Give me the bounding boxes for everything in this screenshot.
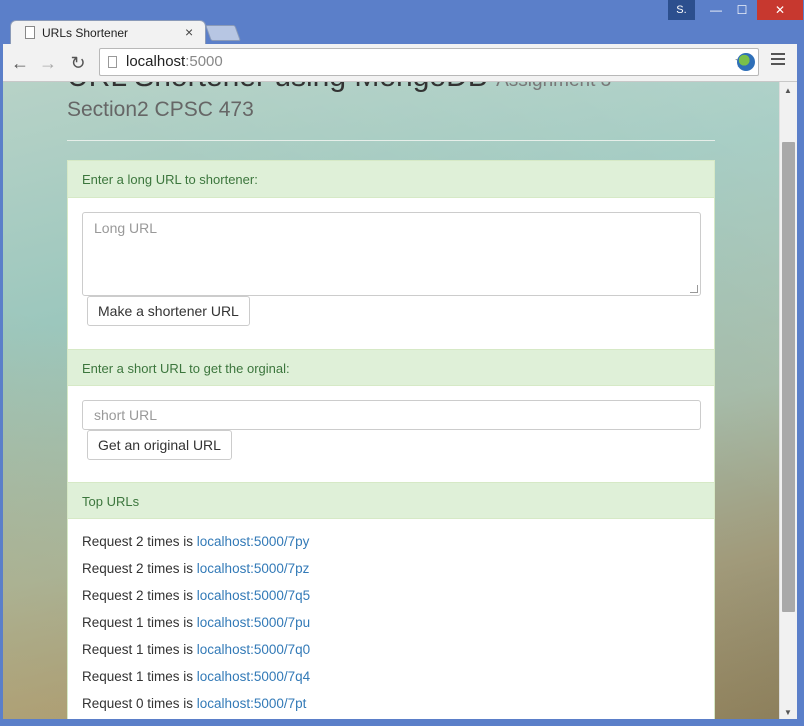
page-title-small: Assignment 3 [496,82,611,91]
window-titlebar: URLs Shortener × S. — ☐ ✕ [0,0,804,46]
list-item: Request 2 times is localhost:5000/7pz [82,559,682,586]
browser-toolbar: ← → ↻ localhost:5000 ☆ [3,44,801,82]
close-window-button[interactable]: ✕ [757,0,803,20]
list-item: Request 1 times is localhost:5000/7q4 [82,667,682,694]
request-count-text: Request 2 times is [82,588,197,603]
request-count-text: Request 1 times is [82,642,197,657]
short-url-link[interactable]: localhost:5000/7py [197,534,310,549]
window-frame [0,44,3,726]
maximize-button[interactable]: ☐ [729,0,755,20]
short-url-link[interactable]: localhost:5000/7q4 [197,669,310,684]
list-item: Request 2 times is localhost:5000/7py [82,532,682,559]
lookup-heading: Enter a short URL to get the orginal: [68,349,714,386]
page-subtitle: Section2 CPSC 473 [67,98,254,121]
menu-icon[interactable] [771,53,785,68]
user-badge[interactable]: S. [668,0,695,20]
address-host: localhost [126,53,186,70]
resize-grip-icon[interactable] [690,285,698,293]
short-url-link[interactable]: localhost:5000/7pu [197,615,310,630]
globe-extension-icon[interactable] [737,53,755,71]
short-url-link[interactable]: localhost:5000/7pt [197,696,307,711]
request-count-text: Request 2 times is [82,534,197,549]
page-icon [25,26,35,39]
shorten-heading: Enter a long URL to shortener: [68,161,714,198]
list-item: Request 1 times is localhost:5000/7q0 [82,640,682,667]
minimize-button[interactable]: — [703,0,729,20]
long-url-textarea[interactable]: Long URL [82,212,701,296]
address-text[interactable]: localhost:5000 [126,53,223,70]
get-original-button[interactable]: Get an original URL [87,430,232,460]
address-bar[interactable]: localhost:5000 ☆ [99,48,759,76]
list-item: Request 2 times is localhost:5000/7q5 [82,586,682,613]
page-icon [108,56,117,68]
new-tab-button[interactable] [205,25,241,41]
short-url-link[interactable]: localhost:5000/7pz [197,561,310,576]
page-scrollbar[interactable]: ▲ ▼ [779,82,797,719]
make-shortener-button[interactable]: Make a shortener URL [87,296,250,326]
short-url-link[interactable]: localhost:5000/7q5 [197,588,310,603]
browser-tab[interactable]: URLs Shortener × [10,20,206,46]
window-frame [0,719,804,726]
top-urls-list: Request 2 times is localhost:5000/7py Re… [82,532,682,719]
request-count-text: Request 0 times is [82,696,197,711]
short-url-input[interactable]: short URL [82,400,701,430]
forward-arrow-icon[interactable]: → [37,52,59,74]
url-panel: Enter a long URL to shortener: Long URL … [67,160,715,719]
scroll-up-arrow-icon[interactable]: ▲ [784,86,792,95]
window-frame [797,44,804,726]
top-urls-heading: Top URLs [68,482,714,519]
address-port: :5000 [185,53,223,70]
request-count-text: Request 1 times is [82,669,197,684]
scroll-thumb[interactable] [782,142,795,612]
reload-icon[interactable]: ↻ [67,52,89,74]
divider [67,140,715,141]
request-count-text: Request 1 times is [82,615,197,630]
list-item: Request 0 times is localhost:5000/7pt [82,694,682,719]
page-title-text: URL Shortener using MongoDB [67,82,488,93]
page-title: URL Shortener using MongoDB Assignment 3 [67,82,611,94]
back-arrow-icon[interactable]: ← [9,52,31,74]
short-url-link[interactable]: localhost:5000/7q0 [197,642,310,657]
scroll-down-arrow-icon[interactable]: ▼ [784,708,792,717]
page-viewport: URL Shortener using MongoDB Assignment 3… [3,82,779,719]
request-count-text: Request 2 times is [82,561,197,576]
tab-close-icon[interactable]: × [185,24,193,40]
tab-title: URLs Shortener [42,26,129,40]
list-item: Request 1 times is localhost:5000/7pu [82,613,682,640]
